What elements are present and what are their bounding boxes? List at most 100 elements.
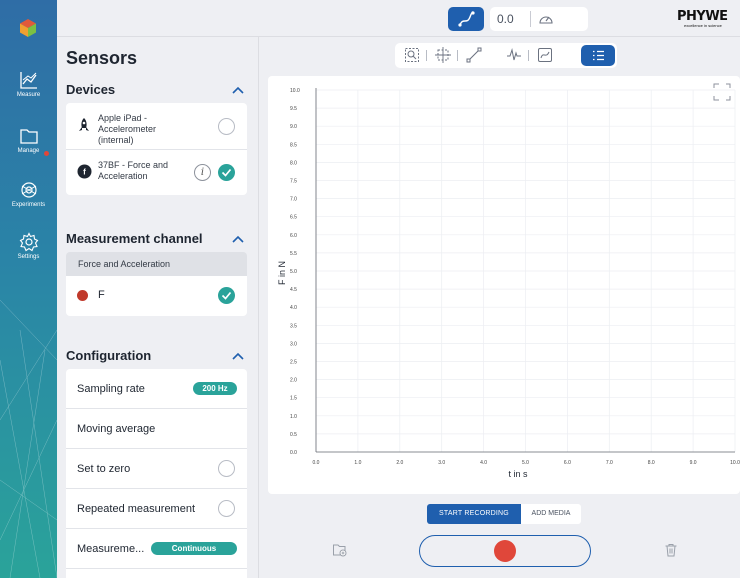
svg-text:f: f — [83, 168, 86, 177]
set-to-zero-label: Set to zero — [77, 463, 131, 475]
chevron-up-icon[interactable] — [231, 85, 245, 95]
rail-experiments[interactable]: Experiments — [0, 180, 57, 208]
y-tick-label: 3.0 — [290, 341, 297, 347]
force-time-chart[interactable]: 0.0 1.0 2.0 3.0 4.0 5.0 6.0 7.0 8.0 9.0 10.0 0.00.… — [268, 76, 740, 494]
channel-color-dot — [77, 290, 88, 301]
y-tick-label: 2.5 — [290, 360, 297, 366]
devices-card: Apple iPad - Accelerometer (internal) f … — [66, 103, 247, 195]
measurement-mode-label: Measureme... — [77, 543, 145, 555]
device-label-ipad: Apple iPad - Accelerometer (internal) — [98, 113, 157, 145]
slope-tool-icon[interactable] — [466, 47, 482, 63]
y-tick-label: 6.0 — [290, 233, 297, 239]
value-mode-button[interactable]: 0.0 — [490, 7, 588, 31]
graph-curve-icon — [458, 11, 475, 27]
x-tick-label: 2.0 — [396, 460, 403, 466]
gauge-icon — [539, 16, 553, 24]
channel-row-f[interactable]: F — [66, 276, 247, 316]
list-icon — [593, 50, 604, 61]
sampling-rate-value[interactable]: 200 Hz — [193, 382, 237, 395]
device-row-ipad[interactable]: Apple iPad - Accelerometer (internal) — [66, 103, 247, 149]
rail-measure-label: Measure — [16, 92, 41, 98]
x-tick-label: 4.0 — [480, 460, 487, 466]
sampling-rate-label: Sampling rate — [77, 383, 145, 395]
rail-settings-label: Settings — [17, 254, 40, 260]
crosshair-icon[interactable] — [435, 47, 451, 63]
record-button[interactable] — [419, 535, 591, 567]
recording-toolbar: START RECORDING ADD MEDIA — [427, 504, 581, 524]
measurement-mode-value[interactable]: Continuous — [151, 542, 237, 555]
channel-sensor-header: Force and Acceleration — [66, 252, 247, 276]
list-view-button[interactable] — [581, 45, 615, 66]
y-tick-label: 3.5 — [290, 323, 297, 329]
zoom-area-icon[interactable] — [404, 47, 420, 63]
sensors-panel: Sensors Devices Apple iPad - Acceleromet… — [57, 37, 259, 578]
x-tick-label: 7.0 — [606, 460, 613, 466]
repeated-measurement-toggle[interactable] — [218, 500, 235, 517]
devices-section-title: Devices — [66, 82, 116, 97]
rail-measure[interactable]: Measure — [0, 70, 57, 98]
y-tick-label: 5.5 — [290, 251, 297, 257]
config-section-title: Configuration — [66, 348, 152, 363]
trash-icon[interactable] — [663, 542, 679, 558]
start-recording-button[interactable]: START RECORDING — [427, 504, 521, 524]
brand-tagline: excellence in science — [684, 23, 722, 28]
device-label-37bf: 37BF - Force and Acceleration — [98, 160, 169, 181]
device-row-37bf[interactable]: f 37BF - Force and Acceleration i — [66, 149, 247, 195]
display-mode-switch: 0.0 — [448, 7, 588, 31]
fullscreen-icon[interactable] — [713, 83, 731, 101]
graph-toolbar — [395, 43, 617, 68]
top-bar: 0.0 PHYWE excellence in science — [57, 0, 740, 37]
channel-label: F — [98, 289, 105, 301]
graph-mode-button[interactable] — [448, 7, 484, 31]
checkmark-icon — [221, 168, 232, 177]
info-icon[interactable]: i — [194, 164, 211, 181]
y-tick-label: 2.0 — [290, 378, 297, 384]
y-tick-label: 4.0 — [290, 305, 297, 311]
sampling-rate-row[interactable]: Sampling rate 200 Hz — [66, 369, 247, 408]
x-tick-label: 6.0 — [564, 460, 571, 466]
y-tick-label: 0.5 — [290, 432, 297, 438]
x-tick-label: 1.0 — [354, 460, 361, 466]
fit-curve-icon[interactable] — [537, 47, 553, 63]
brand-logo: PHYWE — [677, 9, 728, 24]
rail-settings[interactable]: Settings — [0, 232, 57, 260]
channel-f-checked[interactable] — [218, 287, 235, 304]
y-tick-label: 7.5 — [290, 179, 297, 185]
repeated-measurement-row[interactable]: Repeated measurement — [66, 489, 247, 528]
app-logo-icon[interactable] — [18, 18, 38, 38]
rail-experiments-label: Experiments — [11, 202, 46, 208]
chart-icon — [19, 72, 37, 89]
y-tick-label: 7.0 — [290, 197, 297, 203]
chart-card: 0.0 1.0 2.0 3.0 4.0 5.0 6.0 7.0 8.0 9.0 10.0 0.0 0.… — [268, 76, 740, 494]
signal-analysis-icon[interactable] — [506, 47, 522, 63]
set-to-zero-row[interactable]: Set to zero — [66, 449, 247, 488]
toolbar-separator — [457, 50, 458, 61]
toolbar-separator — [528, 50, 529, 61]
moving-average-row[interactable]: Moving average — [66, 409, 247, 448]
measurement-mode-row[interactable]: Measureme... Continuous — [66, 529, 247, 568]
y-tick-label: 6.5 — [290, 215, 297, 221]
device-37bf-checked[interactable] — [218, 164, 235, 181]
chevron-up-icon[interactable] — [231, 234, 245, 244]
manage-notification-dot — [44, 151, 49, 156]
value-display: 0.0 — [497, 12, 514, 26]
chart-grid — [315, 89, 736, 453]
channel-section-title: Measurement channel — [66, 231, 203, 246]
checkmark-icon — [221, 291, 232, 300]
x-tick-label: 0.0 — [313, 460, 320, 466]
chevron-up-icon[interactable] — [231, 351, 245, 361]
set-to-zero-toggle[interactable] — [218, 460, 235, 477]
y-tick-label: 5.0 — [290, 269, 297, 275]
mode-separator — [530, 11, 531, 27]
repeated-measurement-label: Repeated measurement — [77, 503, 196, 515]
add-media-button[interactable]: ADD MEDIA — [521, 504, 581, 524]
x-tick-labels: 0.0 1.0 2.0 3.0 4.0 5.0 6.0 7.0 8.0 9.0 10.0 — [313, 460, 740, 466]
rail-manage[interactable]: Manage — [0, 126, 57, 156]
open-folder-icon[interactable] — [332, 542, 348, 558]
y-axis-label: F in N — [277, 261, 287, 285]
config-divider — [66, 568, 247, 569]
toolbar-separator — [426, 50, 427, 61]
left-rail: Measure Manage Experiments Settings — [0, 0, 57, 578]
device-ipad-radio[interactable] — [218, 118, 235, 135]
y-tick-label: 0.0 — [290, 450, 297, 456]
